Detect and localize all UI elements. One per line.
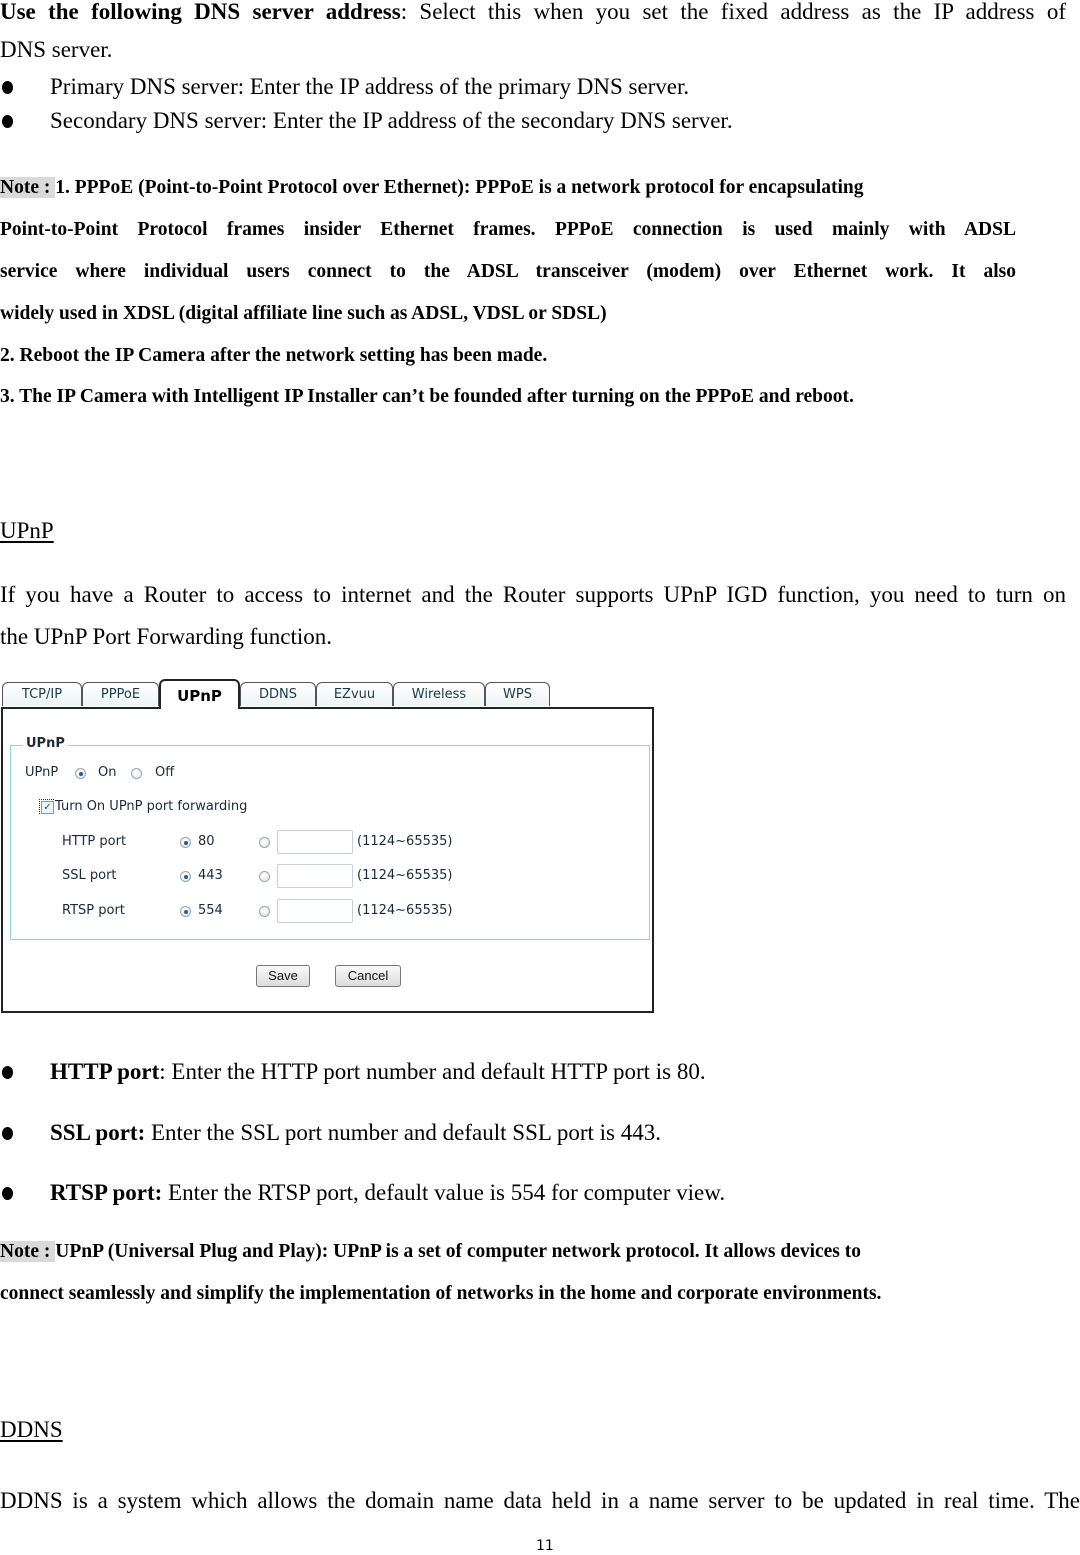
rtsp-port-default-value: 554 bbox=[198, 903, 223, 918]
http-port-default-value: 80 bbox=[198, 834, 215, 849]
dns-bullet-primary: Primary DNS server: Enter the IP address… bbox=[50, 74, 690, 99]
upnp-para-line2: the UPnP Port Forwarding function. bbox=[0, 624, 332, 649]
upnp-on-label: On bbox=[98, 765, 117, 780]
tab-pppoe[interactable]: PPPoE bbox=[82, 682, 159, 706]
rtsp-port-bullet: RTSP port: Enter the RTSP port, default … bbox=[50, 1180, 726, 1205]
upnp-para-line1: If you have a Router to access to intern… bbox=[0, 582, 1066, 607]
upnp-off-label: Off bbox=[155, 765, 175, 780]
rtsp-port-default-radio[interactable] bbox=[180, 906, 191, 917]
dns-intro-line1: Use the following DNS server address: Se… bbox=[0, 0, 1066, 26]
bullet-icon bbox=[2, 1127, 13, 1140]
note-pppoe-line3: service where individual users connect t… bbox=[0, 261, 1016, 282]
tab-wireless[interactable]: Wireless bbox=[393, 682, 485, 706]
bullet-icon bbox=[2, 115, 13, 128]
upnp-off-radio[interactable] bbox=[131, 768, 142, 779]
ssl-port-label: SSL port bbox=[62, 868, 117, 883]
note-tag: Note : bbox=[0, 1241, 56, 1262]
note-pppoe-line1: Note : 1. PPPoE (Point-to-Point Protocol… bbox=[0, 177, 864, 198]
http-port-custom-radio[interactable] bbox=[259, 837, 270, 848]
upnp-panel: UPnP UPnP On Off ✓ Turn On UPnP port for… bbox=[1, 707, 654, 1013]
upnp-fieldset: UPnP UPnP On Off ✓ Turn On UPnP port for… bbox=[10, 736, 650, 940]
note-pppoe-line4: widely used in XDSL (digital affiliate l… bbox=[0, 303, 607, 324]
port-forwarding-checkbox[interactable]: ✓ bbox=[39, 799, 54, 814]
http-port-range: (1124~65535) bbox=[357, 834, 453, 849]
ssl-port-custom-radio[interactable] bbox=[259, 871, 270, 882]
tab-upnp[interactable]: UPnP bbox=[159, 679, 240, 709]
bullet-icon bbox=[2, 1187, 13, 1200]
dns-intro-bold: Use the following DNS server address bbox=[0, 0, 401, 24]
tab-wps[interactable]: WPS bbox=[485, 682, 550, 706]
rtsp-port-input[interactable] bbox=[277, 899, 353, 923]
bullet-icon bbox=[2, 1066, 13, 1079]
tab-ezvuu[interactable]: EZvuu bbox=[316, 682, 393, 706]
tab-tcpip[interactable]: TCP/IP bbox=[2, 682, 82, 706]
section-heading-upnp: UPnP bbox=[0, 518, 54, 543]
ssl-port-bullet: SSL port: Enter the SSL port number and … bbox=[50, 1120, 661, 1145]
dns-intro-rest: : Select this when you set the fixed add… bbox=[400, 0, 1066, 24]
ssl-port-default-value: 443 bbox=[198, 868, 223, 883]
tab-ddns[interactable]: DDNS bbox=[240, 682, 316, 706]
port-forwarding-label: Turn On UPnP port forwarding bbox=[55, 799, 248, 814]
upnp-settings-screenshot: TCP/IP PPPoE UPnP DDNS EZvuu Wireless WP… bbox=[0, 678, 656, 1014]
http-port-default-radio[interactable] bbox=[180, 837, 191, 848]
note-upnp-line1: Note : UPnP (Universal Plug and Play): U… bbox=[0, 1241, 862, 1262]
note-pppoe-line5: 2. Reboot the IP Camera after the networ… bbox=[0, 345, 548, 366]
note-pppoe-line2: Point-to-Point Protocol frames insider E… bbox=[0, 219, 1016, 240]
page-number: 11 bbox=[536, 1538, 554, 1554]
save-button[interactable]: Save bbox=[256, 965, 310, 987]
bullet-icon bbox=[2, 81, 13, 94]
ddns-para-line1: DDNS is a system which allows the domain… bbox=[0, 1488, 1080, 1513]
rtsp-port-label: RTSP port bbox=[62, 903, 125, 918]
ssl-port-range: (1124~65535) bbox=[357, 868, 453, 883]
ssl-port-input[interactable] bbox=[277, 864, 353, 888]
cancel-button[interactable]: Cancel bbox=[335, 965, 401, 987]
note-tag: Note : bbox=[0, 177, 56, 198]
ssl-port-default-radio[interactable] bbox=[180, 871, 191, 882]
rtsp-port-range: (1124~65535) bbox=[357, 903, 453, 918]
upnp-on-radio[interactable] bbox=[75, 768, 86, 779]
dns-intro-line2: DNS server. bbox=[0, 37, 113, 62]
http-port-input[interactable] bbox=[277, 830, 353, 854]
checkmark-icon: ✓ bbox=[41, 801, 54, 814]
dns-bullet-secondary: Secondary DNS server: Enter the IP addre… bbox=[50, 108, 733, 133]
note-pppoe-line6: 3. The IP Camera with Intelligent IP Ins… bbox=[0, 386, 854, 407]
http-port-bullet: HTTP port: Enter the HTTP port number an… bbox=[50, 1059, 706, 1084]
upnp-label: UPnP bbox=[25, 765, 59, 780]
http-port-label: HTTP port bbox=[62, 834, 127, 849]
fieldset-legend: UPnP bbox=[23, 736, 68, 751]
section-heading-ddns: DDNS bbox=[0, 1417, 63, 1442]
note-upnp-line2: connect seamlessly and simplify the impl… bbox=[0, 1283, 882, 1304]
rtsp-port-custom-radio[interactable] bbox=[259, 906, 270, 917]
